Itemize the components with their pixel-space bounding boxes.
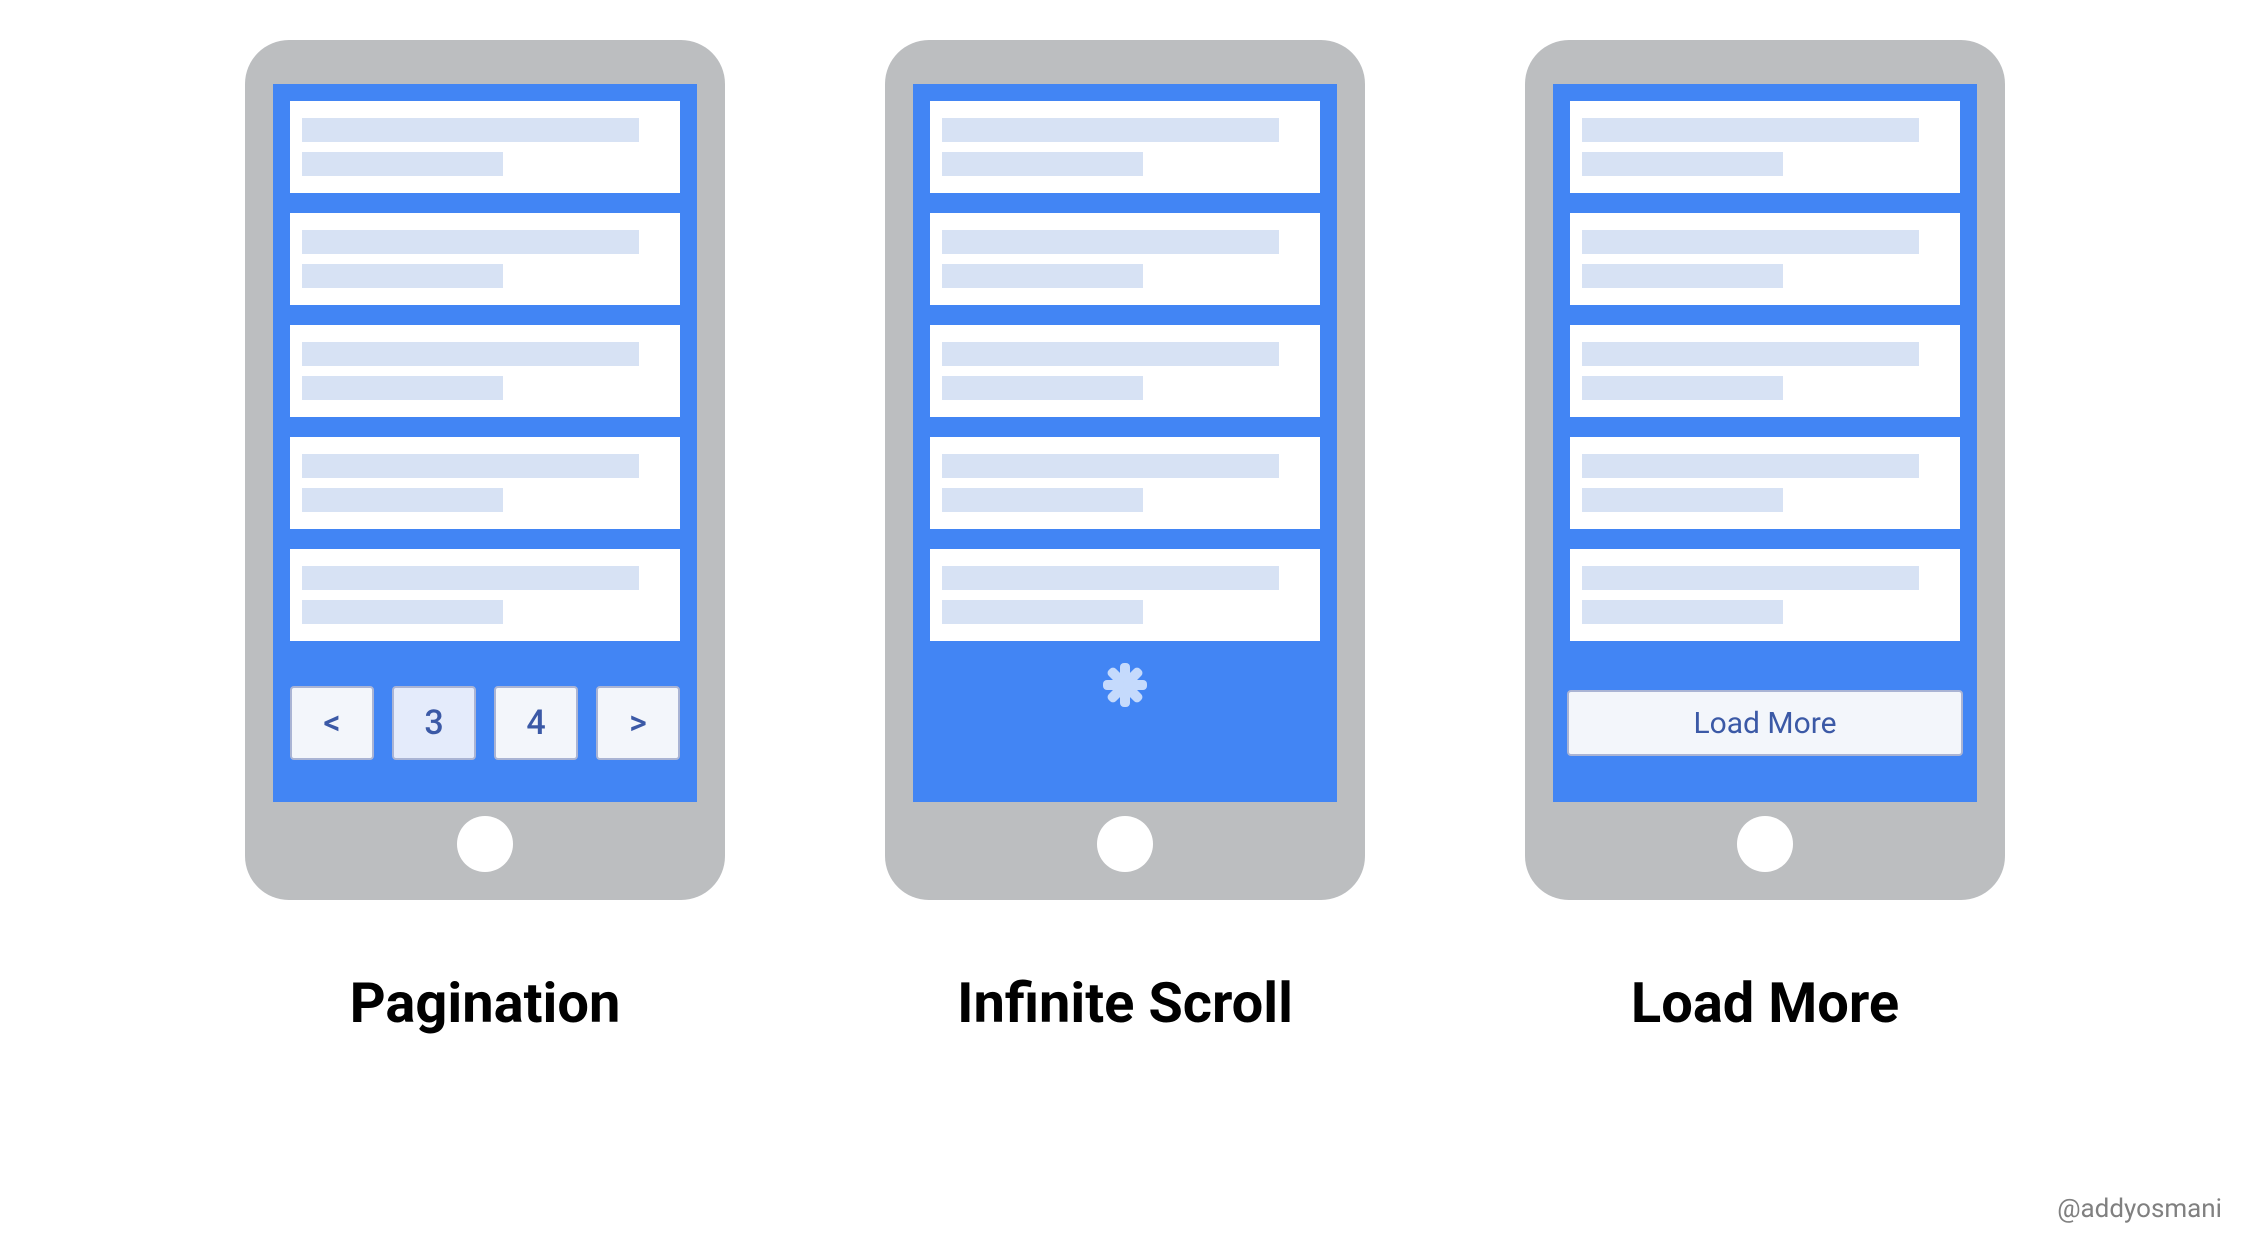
pager-prev-button[interactable]: <: [290, 686, 374, 760]
skeleton-line: [1582, 342, 1919, 366]
skeleton-line: [942, 488, 1143, 512]
phone-load-more: Load More: [1525, 40, 2005, 900]
list-item: [927, 546, 1323, 644]
skeleton-line: [942, 600, 1143, 624]
pagination-footer: < 3 4 >: [287, 658, 683, 788]
load-more-footer: Load More: [1567, 658, 1963, 788]
skeleton-line: [1582, 376, 1783, 400]
phone-infinite-scroll: [885, 40, 1365, 900]
list-item: [1567, 546, 1963, 644]
caption-infinite-scroll: Infinite Scroll: [957, 970, 1293, 1036]
home-button[interactable]: [1097, 816, 1153, 872]
list-item: [927, 98, 1323, 196]
skeleton-line: [942, 230, 1279, 254]
skeleton-line: [1582, 600, 1783, 624]
skeleton-line: [1582, 152, 1783, 176]
list-item: [287, 210, 683, 308]
phone-pagination: < 3 4 >: [245, 40, 725, 900]
credit-text: @addyosmani: [2057, 1194, 2222, 1224]
list-item: [1567, 98, 1963, 196]
skeleton-line: [942, 454, 1279, 478]
load-more-button[interactable]: Load More: [1567, 690, 1963, 756]
caption-load-more: Load More: [1631, 970, 1899, 1036]
skeleton-line: [942, 566, 1279, 590]
list-item: [287, 546, 683, 644]
infinite-scroll-column: Infinite Scroll: [885, 40, 1365, 1036]
pager-next-button[interactable]: >: [596, 686, 680, 760]
loading-spinner-icon: [1089, 687, 1161, 759]
load-more-column: Load More Load More: [1525, 40, 2005, 1036]
skeleton-line: [1582, 264, 1783, 288]
list-item: [287, 98, 683, 196]
skeleton-line: [1582, 566, 1919, 590]
skeleton-line: [302, 488, 503, 512]
list-item: [927, 322, 1323, 420]
skeleton-line: [302, 600, 503, 624]
skeleton-line: [302, 230, 639, 254]
skeleton-line: [302, 118, 639, 142]
list-item: [927, 210, 1323, 308]
phone-screen: Load More: [1553, 84, 1977, 802]
skeleton-line: [942, 152, 1143, 176]
skeleton-line: [302, 566, 639, 590]
list-item: [1567, 322, 1963, 420]
list-item: [1567, 434, 1963, 532]
list-item: [927, 434, 1323, 532]
list-item: [287, 322, 683, 420]
home-button[interactable]: [1737, 816, 1793, 872]
skeleton-line: [302, 454, 639, 478]
skeleton-line: [302, 152, 503, 176]
diagram-row: < 3 4 > Pagination: [60, 40, 2190, 1036]
skeleton-line: [302, 264, 503, 288]
skeleton-line: [1582, 488, 1783, 512]
skeleton-line: [942, 376, 1143, 400]
infinite-scroll-footer: [927, 658, 1323, 788]
skeleton-line: [942, 264, 1143, 288]
caption-pagination: Pagination: [350, 970, 621, 1036]
pager: < 3 4 >: [287, 686, 683, 760]
skeleton-line: [1582, 454, 1919, 478]
list-item: [287, 434, 683, 532]
phone-screen: [913, 84, 1337, 802]
phone-screen: < 3 4 >: [273, 84, 697, 802]
list-item: [1567, 210, 1963, 308]
pager-page-button[interactable]: 3: [392, 686, 476, 760]
skeleton-line: [942, 342, 1279, 366]
pagination-column: < 3 4 > Pagination: [245, 40, 725, 1036]
skeleton-line: [302, 342, 639, 366]
pager-page-button[interactable]: 4: [494, 686, 578, 760]
skeleton-line: [302, 376, 503, 400]
home-button[interactable]: [457, 816, 513, 872]
skeleton-line: [942, 118, 1279, 142]
skeleton-line: [1582, 118, 1919, 142]
skeleton-line: [1582, 230, 1919, 254]
